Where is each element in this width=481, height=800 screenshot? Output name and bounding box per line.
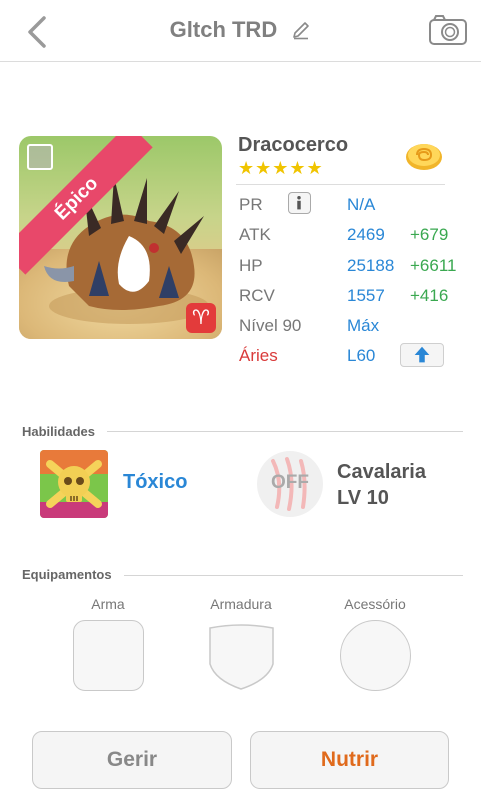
stat-label-rcv: RCV: [239, 286, 275, 305]
accessory-label: Acessório: [344, 596, 406, 612]
equipment-divider: [124, 575, 463, 576]
stat-bonus-rcv: +416: [410, 286, 449, 305]
skills-section-title: Habilidades: [22, 424, 95, 439]
edit-pencil-icon[interactable]: [291, 20, 311, 40]
gold-coin-icon[interactable]: [404, 140, 444, 172]
monster-name: Dracocerco: [238, 134, 349, 156]
aries-icon: ♈: [186, 303, 216, 333]
stat-label-zodiac: Áries: [239, 346, 278, 365]
stat-bonus-hp: +6611: [410, 256, 457, 275]
stat-value-atk: 2469: [347, 225, 385, 244]
weapon-label: Arma: [91, 596, 125, 612]
accessory-slot[interactable]: [340, 620, 411, 691]
stat-label-hp: HP: [239, 256, 263, 275]
passive-skill-level: LV 10: [337, 487, 389, 509]
armor-slot[interactable]: [206, 620, 277, 691]
upgrade-arrow-icon: [414, 346, 430, 363]
toxic-skull-icon[interactable]: [40, 450, 108, 518]
stat-label-atk: ATK: [239, 225, 271, 244]
card-type-icon: [27, 144, 53, 170]
weapon-slot[interactable]: [73, 620, 144, 691]
page-title: Gltch TRD: [169, 17, 278, 43]
title-wrap: Gltch TRD: [0, 16, 481, 43]
skills-divider: [107, 431, 463, 432]
stat-label-level: Nível 90: [239, 316, 302, 335]
stat-value-zodiac: L60: [347, 346, 376, 365]
name-divider: [236, 184, 445, 185]
feed-button[interactable]: Nutrir: [250, 731, 449, 789]
passive-skill-name: Cavalaria: [337, 461, 426, 483]
passive-skill-icon[interactable]: OFF: [257, 451, 323, 517]
stat-bonus-atk: +679: [410, 225, 449, 244]
equipment-section-title: Equipamentos: [22, 567, 112, 582]
passive-status: OFF: [271, 472, 309, 493]
stat-value-rcv: 1557: [347, 286, 385, 305]
header-bar: Gltch TRD: [0, 0, 481, 62]
manage-button[interactable]: Gerir: [32, 731, 232, 789]
stat-value-level: Máx: [347, 316, 380, 335]
armor-label: Armadura: [210, 596, 272, 612]
stat-label-pr: PR: [239, 195, 263, 214]
info-icon[interactable]: [288, 192, 311, 214]
star-rating: ★★★★★: [238, 158, 324, 178]
stat-value-pr: N/A: [347, 195, 376, 214]
stat-value-hp: 25188: [347, 256, 395, 275]
monster-card[interactable]: Épico ♈: [19, 136, 222, 339]
upgrade-button[interactable]: [400, 343, 444, 367]
active-skill-name[interactable]: Tóxico: [123, 471, 187, 494]
camera-icon[interactable]: [428, 13, 468, 47]
